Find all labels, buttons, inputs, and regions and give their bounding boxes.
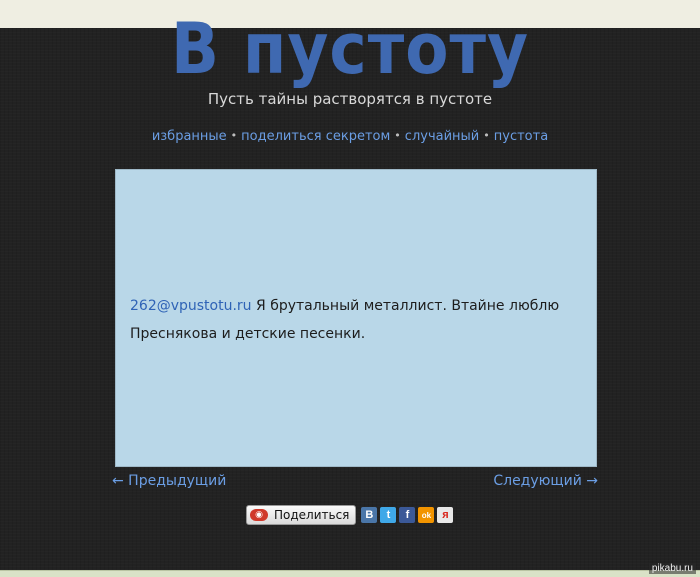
nav-link-void[interactable]: пустота	[494, 129, 548, 144]
site-title[interactable]: В пустоту	[0, 6, 700, 92]
nav-link-favorites[interactable]: избранные	[152, 129, 227, 144]
share-button[interactable]: ◉ Поделиться	[246, 505, 357, 525]
secret-card: 262@vpustotu.ru Я брутальный металлист. …	[115, 169, 597, 467]
main-nav: избранные • поделиться секретом • случайный •…	[0, 128, 700, 146]
watermark: pikabu.ru	[648, 563, 696, 574]
yandex-icon[interactable]: я	[437, 507, 454, 523]
nav-link-random[interactable]: случайный	[405, 129, 479, 144]
odnoklassniki-icon[interactable]: ok	[418, 507, 435, 523]
nav-link-share-secret[interactable]: поделиться секретом	[241, 129, 390, 144]
site-subtitle: Пусть тайны растворятся в пустоте	[207, 90, 493, 108]
secret-body: 262@vpustotu.ru Я брутальный металлист. …	[130, 292, 580, 348]
previous-secret-link[interactable]: ← Предыдущий	[112, 472, 226, 490]
share-bar: ◉ Поделиться В t f ok я	[246, 505, 456, 525]
nav-separator: •	[230, 129, 238, 142]
nav-separator: •	[394, 129, 401, 142]
secret-author-link[interactable]: 262@vpustotu.ru	[130, 298, 252, 314]
facebook-icon[interactable]: f	[399, 507, 416, 523]
share-button-label: Поделиться	[274, 508, 350, 522]
share-logo-icon: ◉	[250, 509, 268, 521]
nav-separator: •	[483, 129, 490, 142]
next-secret-link[interactable]: Следующий →	[493, 472, 598, 490]
vk-icon[interactable]: В	[361, 507, 378, 523]
twitter-icon[interactable]: t	[380, 507, 397, 523]
